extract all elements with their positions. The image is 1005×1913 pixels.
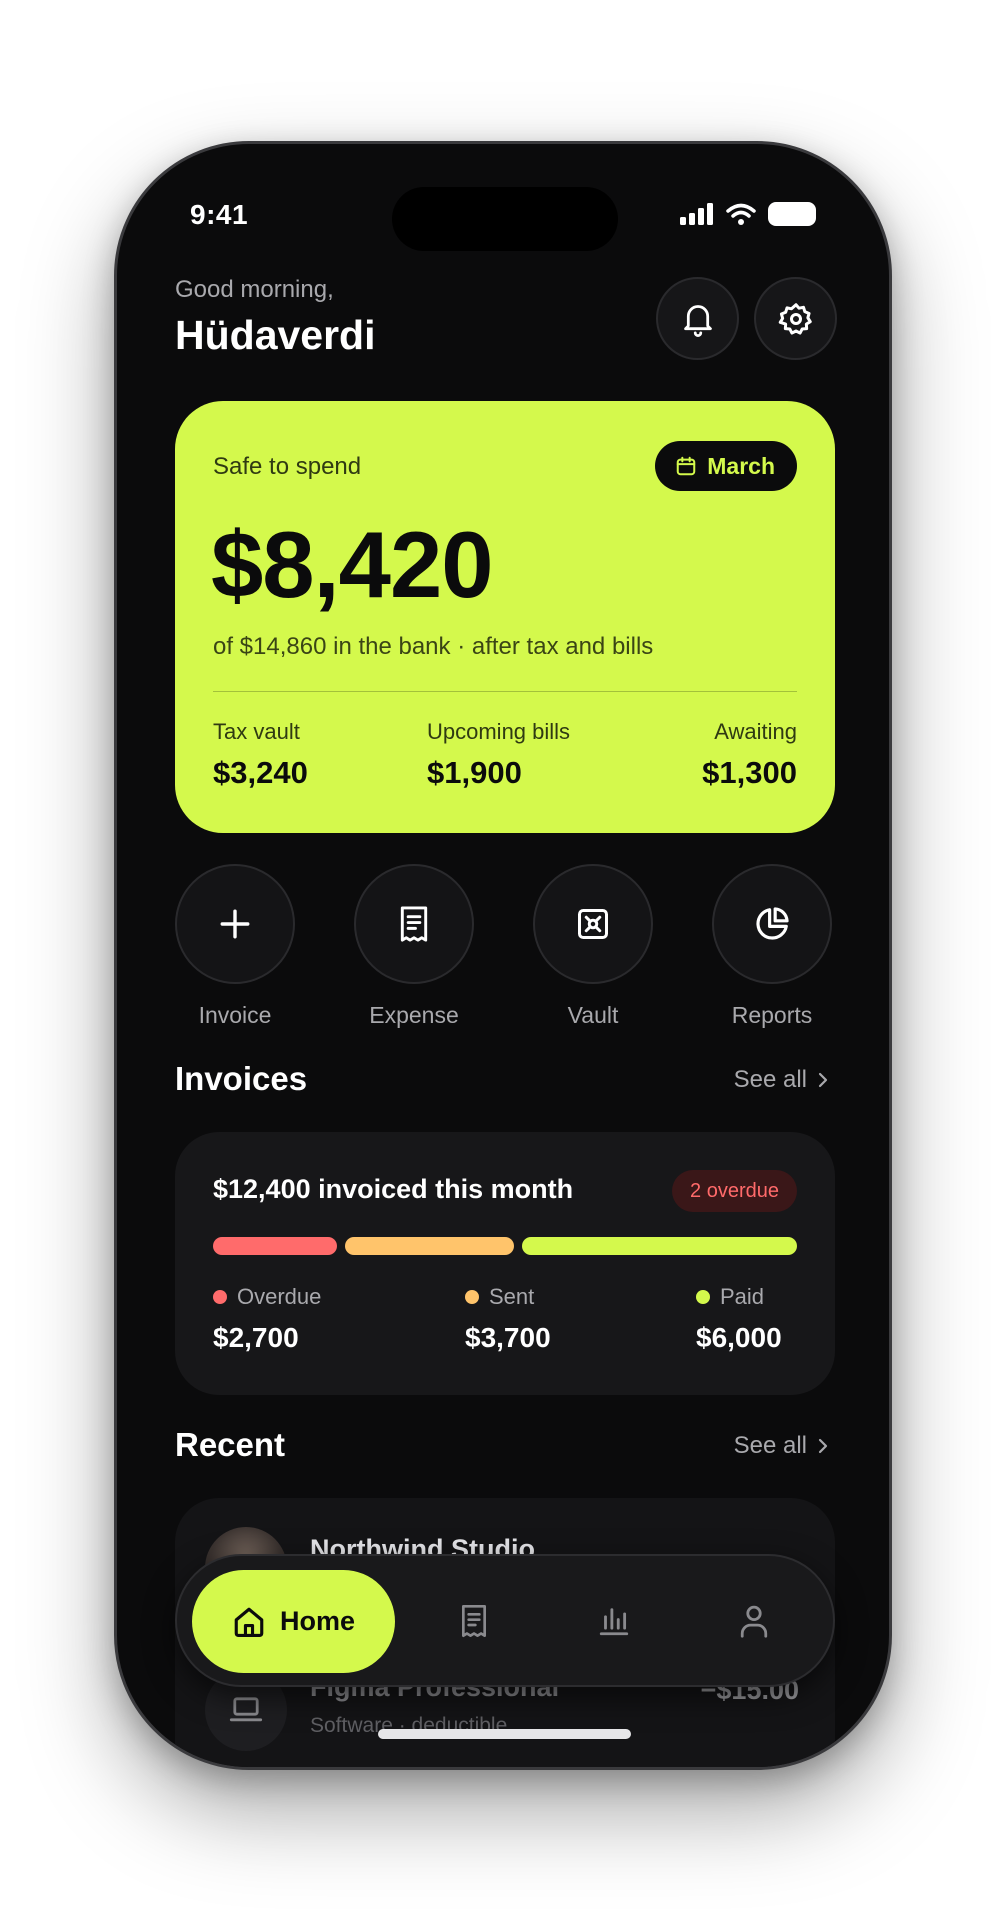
action-expense-button[interactable] (354, 864, 474, 984)
month-selector[interactable]: March (655, 441, 797, 491)
action-reports-button[interactable] (712, 864, 832, 984)
stat-value: $1,900 (427, 755, 522, 790)
action-reports[interactable]: Reports (712, 864, 832, 1029)
invoice-status-bar (213, 1237, 797, 1255)
safe-to-spend-amount: $8,420 (211, 512, 494, 617)
battery-icon (768, 202, 816, 226)
legend-dot (696, 1290, 710, 1304)
status-icons (680, 202, 816, 226)
bar-segment-paid (522, 1237, 797, 1255)
hero-divider (213, 691, 797, 692)
stat-label: Upcoming bills (427, 719, 571, 744)
bar-segment-sent (344, 1237, 515, 1255)
action-label: Reports (731, 1002, 813, 1028)
tab-expenses[interactable] (449, 1596, 499, 1646)
wifi-icon (726, 203, 756, 225)
chevron-right-icon (818, 1072, 828, 1088)
recent-title: Recent (175, 1426, 286, 1463)
legend-value: $2,700 (213, 1322, 299, 1353)
legend-value: $3,700 (465, 1322, 551, 1353)
laptop-icon (229, 1697, 263, 1722)
recent-see-all-link[interactable]: See all (734, 1432, 829, 1460)
legend-value: $6,000 (696, 1322, 782, 1353)
legend-label: Overdue (237, 1284, 322, 1309)
tab-bar: Home (175, 1554, 835, 1687)
action-label: Expense (369, 1002, 459, 1028)
overdue-badge: 2 overdue (672, 1170, 797, 1212)
see-all-label: See all (733, 1066, 807, 1093)
action-label: Vault (567, 1002, 619, 1028)
pie-chart-icon (756, 907, 789, 940)
plus-icon (220, 909, 250, 939)
tab-profile[interactable] (729, 1596, 779, 1646)
action-vault[interactable]: Vault (533, 864, 653, 1029)
action-invoice[interactable]: Invoice (175, 864, 295, 1029)
stat-tax-vault: Tax vault $3,240 (213, 719, 308, 791)
gear-icon (778, 302, 812, 335)
invoices-card[interactable]: $12,400 invoiced this month 2 overdue Ov… (175, 1132, 835, 1395)
legend-sent: Sent $3,700 (465, 1284, 551, 1354)
tab-reports[interactable] (589, 1596, 639, 1646)
hero-subtitle: of $14,860 in the bank · after tax and b… (213, 633, 654, 660)
hero-label: Safe to spend (213, 453, 362, 480)
bar-segment-overdue (213, 1237, 337, 1255)
legend-dot (213, 1290, 227, 1304)
home-icon (234, 1607, 264, 1637)
receipt-icon (400, 906, 428, 942)
calendar-icon (676, 456, 696, 476)
signal-icon (680, 203, 713, 225)
notifications-button[interactable] (656, 277, 739, 360)
vault-icon (578, 909, 608, 939)
bell-icon (683, 304, 712, 337)
status-time: 9:41 (190, 199, 249, 230)
bar-chart-icon (599, 1608, 629, 1636)
screen: 9:41 Good morning, Hüdaverdi Safe to spe… (117, 144, 889, 1767)
stat-awaiting: Awaiting $1,300 (702, 719, 797, 791)
tab-home-label: Home (279, 1606, 355, 1636)
phone-frame: 9:41 Good morning, Hüdaverdi Safe to spe… (114, 141, 892, 1770)
user-name: Hüdaverdi (175, 312, 376, 358)
legend-label: Sent (489, 1284, 535, 1309)
home-indicator (378, 1729, 631, 1739)
legend-dot (465, 1290, 479, 1304)
stat-label: Awaiting (714, 719, 797, 744)
invoices-title: Invoices (175, 1060, 308, 1097)
receipt-icon (462, 1605, 486, 1637)
see-all-label: See all (733, 1432, 807, 1459)
dynamic-island (392, 187, 618, 251)
stat-value: $1,300 (702, 755, 797, 790)
tab-home[interactable]: Home (192, 1570, 395, 1673)
action-label: Invoice (198, 1002, 272, 1028)
month-label: March (707, 452, 775, 479)
legend-overdue: Overdue $2,700 (213, 1284, 321, 1354)
greeting-text: Good morning, (175, 276, 334, 303)
action-expense[interactable]: Expense (354, 864, 474, 1029)
action-vault-button[interactable] (533, 864, 653, 984)
settings-button[interactable] (754, 277, 837, 360)
legend-label: Paid (720, 1284, 765, 1309)
chevron-right-icon (818, 1438, 828, 1454)
invoices-summary: $12,400 invoiced this month (213, 1174, 574, 1204)
stat-upcoming-bills: Upcoming bills $1,900 (427, 719, 570, 791)
invoices-see-all-link[interactable]: See all (734, 1066, 829, 1094)
action-invoice-button[interactable] (175, 864, 295, 984)
user-icon (740, 1605, 768, 1638)
safe-to-spend-card[interactable]: Safe to spend March $8,420 of $14,860 in… (175, 401, 835, 833)
legend-paid: Paid $6,000 (696, 1284, 782, 1354)
stat-label: Tax vault (213, 719, 300, 744)
stat-value: $3,240 (213, 755, 308, 790)
